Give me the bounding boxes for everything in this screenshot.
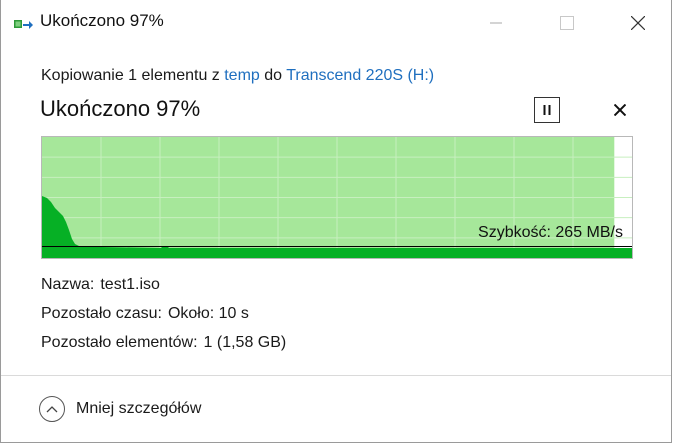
cancel-icon xyxy=(614,104,626,116)
window-title: Ukończono 97% xyxy=(40,11,164,30)
source-folder-link[interactable]: temp xyxy=(224,67,260,84)
pause-button[interactable] xyxy=(534,97,560,123)
copy-description: Kopiowanie 1 elementu z temp do Transcen… xyxy=(41,67,434,85)
detail-row-time: Pozostało czasu: Około: 10 s xyxy=(41,305,286,334)
copy-progress-window: Ukończono 97% Kopiowanie 1 elementu z te… xyxy=(0,0,672,443)
copy-prefix: Kopiowanie 1 elementu z xyxy=(41,67,220,84)
fewer-details-button[interactable]: Mniej szczegółów xyxy=(39,396,201,422)
detail-row-name: Nazwa: test1.iso xyxy=(41,276,286,305)
name-label: Nazwa: xyxy=(41,276,95,293)
close-icon xyxy=(631,16,645,30)
maximize-button[interactable] xyxy=(544,0,590,46)
minimize-button[interactable] xyxy=(473,0,519,46)
speed-baseline-band xyxy=(42,248,632,258)
maximize-icon xyxy=(560,16,574,30)
pause-icon xyxy=(543,105,551,115)
detail-row-items: Pozostało elementów: 1 (1,58 GB) xyxy=(41,334,286,363)
copy-middle: do xyxy=(264,67,283,84)
time-value: Około: 10 s xyxy=(167,305,249,322)
fewer-details-label: Mniej szczegółów xyxy=(76,400,202,417)
cancel-button[interactable] xyxy=(607,97,633,123)
items-value: 1 (1,58 GB) xyxy=(203,334,287,351)
name-value: test1.iso xyxy=(100,276,160,293)
chevron-up-icon xyxy=(39,396,65,422)
close-button[interactable] xyxy=(615,0,661,46)
copy-app-icon xyxy=(14,14,34,32)
minimize-icon xyxy=(490,22,502,24)
speed-label: Szybkość: 265 MB/s xyxy=(478,224,623,241)
time-label: Pozostało czasu: xyxy=(41,305,162,322)
footer: Mniej szczegółów xyxy=(1,375,671,443)
title-bar[interactable]: Ukończono 97% xyxy=(1,0,671,46)
progress-title: Ukończono 97% xyxy=(40,96,201,121)
details-panel: Nazwa: test1.iso Pozostało czasu: Około: 1… xyxy=(41,276,286,363)
speed-graph: Szybkość: 265 MB/s xyxy=(41,136,633,259)
items-label: Pozostało elementów: xyxy=(41,334,198,351)
destination-drive-link[interactable]: Transcend 220S (H:) xyxy=(286,67,434,84)
